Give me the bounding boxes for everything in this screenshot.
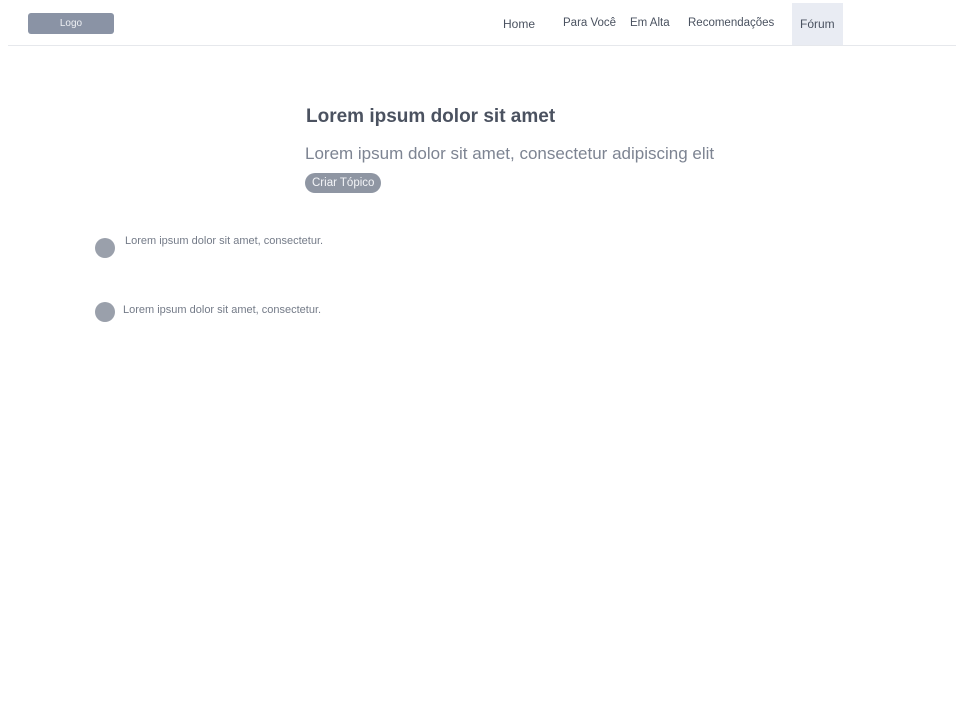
create-topic-button[interactable]: Criar Tópico: [305, 173, 382, 193]
avatar: [95, 302, 115, 322]
page-subtitle: Lorem ipsum dolor sit amet, consectetur …: [305, 144, 715, 163]
topic-title[interactable]: Lorem ipsum dolor sit amet, consectetur.: [125, 235, 323, 247]
top-navigation-bar: Logo Home Para Você Em Alta Recomendaçõe…: [8, 0, 956, 46]
topic-item[interactable]: Lorem ipsum dolor sit amet, consectetur.: [95, 235, 395, 258]
nav-recomendacoes[interactable]: Recomendações: [688, 3, 774, 45]
nav-home[interactable]: Home: [503, 3, 535, 45]
page: Logo Home Para Você Em Alta Recomendaçõe…: [0, 0, 956, 707]
logo[interactable]: Logo: [28, 13, 114, 34]
page-title: Lorem ipsum dolor sit amet: [306, 106, 556, 127]
nav-forum[interactable]: Fórum: [792, 3, 843, 45]
nav-para-voce[interactable]: Para Você: [563, 3, 616, 45]
topic-title[interactable]: Lorem ipsum dolor sit amet, consectetur.: [123, 304, 321, 316]
nav-em-alta[interactable]: Em Alta: [630, 3, 670, 45]
avatar: [95, 238, 115, 258]
topic-item[interactable]: Lorem ipsum dolor sit amet, consectetur.: [95, 302, 395, 322]
